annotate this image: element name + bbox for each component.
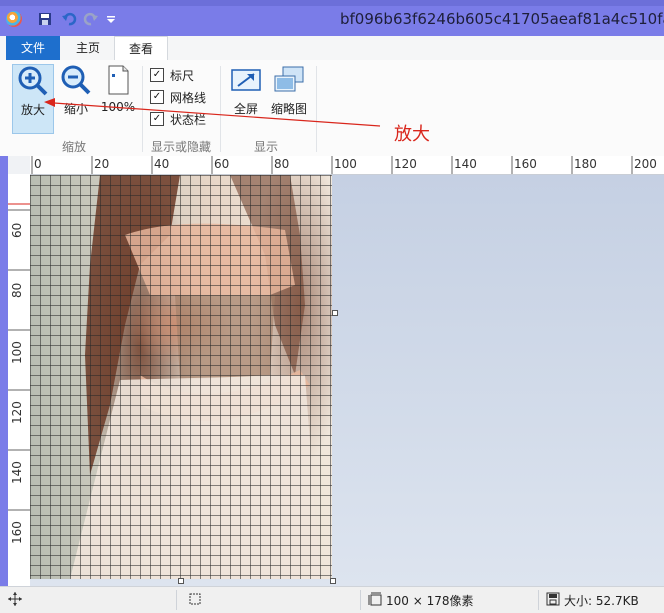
cursor-position-icon: [8, 592, 22, 609]
undo-icon[interactable]: [60, 10, 78, 28]
fullscreen-button[interactable]: 全屏: [226, 64, 266, 132]
ruler-check-icon: ✓: [150, 68, 164, 82]
ruler-tick-label: 0: [34, 157, 42, 171]
ruler-tick-label: 20: [94, 157, 110, 171]
status-bar: 100 × 178像素 大小: 52.7KB: [0, 586, 664, 613]
image-dimensions: 100 × 178像素: [386, 594, 474, 608]
fullscreen-icon: [230, 64, 262, 96]
ruler-tick-label: 140: [10, 461, 24, 484]
customize-dropdown-icon[interactable]: [102, 10, 120, 28]
ruler-tick-label: 100: [10, 341, 24, 364]
group-divider: [142, 66, 143, 152]
image-size-icon: [368, 592, 382, 609]
tab-home[interactable]: 主页: [64, 36, 112, 60]
zoom-out-button[interactable]: 缩小: [56, 64, 96, 132]
ruler-checkbox[interactable]: ✓ 标尺: [150, 66, 194, 84]
ruler-tick-label: 80: [274, 157, 290, 171]
zoom-100-label: 100%: [100, 100, 136, 114]
ruler-tick-label: 80: [10, 282, 24, 298]
window-border: [0, 156, 8, 586]
selection-size-icon: [188, 592, 202, 609]
ruler-label: 标尺: [170, 68, 195, 83]
gridlines-checkbox[interactable]: ✓ 网格线: [150, 88, 206, 106]
zoom-in-label: 放大: [20, 103, 45, 117]
group-divider: [316, 66, 317, 152]
annotation-label: 放大: [394, 124, 430, 145]
window-title: bf096b63f6246b605c41705aeaf81a4c510fa2: [340, 10, 664, 28]
ruler-tick-label: 120: [394, 157, 417, 171]
ruler-tick-label: 180: [574, 157, 597, 171]
group-divider: [220, 66, 221, 152]
ruler-tick-label: 200: [634, 157, 657, 171]
tab-view[interactable]: 查看: [114, 36, 168, 62]
status-divider: [360, 590, 361, 610]
statusbar-check-icon: ✓: [150, 112, 164, 126]
resize-handle[interactable]: [332, 310, 338, 316]
gridlines-check-icon: ✓: [150, 90, 164, 104]
save-icon[interactable]: [36, 10, 54, 28]
resize-handle[interactable]: [178, 578, 184, 584]
file-size: 大小: 52.7KB: [564, 594, 639, 608]
ribbon-tabs: 文件 主页 查看: [0, 36, 664, 62]
thumbnail-icon: [273, 64, 305, 96]
ruler-tick-label: 140: [454, 157, 477, 171]
zoom-group-label: 缩放: [61, 140, 86, 154]
resize-handle[interactable]: [330, 578, 336, 584]
ruler-tick-label: 100: [334, 157, 357, 171]
zoom-out-label: 缩小: [63, 102, 88, 116]
fullscreen-label: 全屏: [233, 102, 258, 116]
statusbar-checkbox[interactable]: ✓ 状态栏: [150, 110, 206, 128]
ruler-tick-label: 160: [514, 157, 537, 171]
ruler-tick-label: 160: [10, 521, 24, 544]
zoom-100-button[interactable]: 100%: [98, 64, 138, 132]
thumbnail-label: 缩略图: [270, 102, 307, 116]
ruler-tick-label: 60: [10, 222, 24, 238]
ribbon: 放大 缩小 100% 缩放 ✓ 标尺 ✓ 网格线 ✓ 状态栏 显示或隐藏 全屏: [0, 60, 664, 157]
redo-icon[interactable]: [82, 10, 100, 28]
statusbar-label: 状态栏: [170, 112, 207, 127]
thumbnail-button[interactable]: 缩略图: [268, 64, 310, 132]
file-size-icon: [546, 592, 560, 609]
zoom-in-icon: [17, 65, 49, 97]
vertical-ruler: 60 80 100 120 140 160: [8, 174, 31, 586]
ruler-tick-label: 120: [10, 401, 24, 424]
gridlines-label: 网格线: [170, 90, 207, 105]
show-hide-group-label: 显示或隐藏: [150, 140, 211, 154]
zoom-out-icon: [60, 64, 92, 96]
ruler-tick-label: 60: [214, 157, 230, 171]
zoom-in-button[interactable]: 放大: [12, 64, 54, 134]
display-group-label: 显示: [253, 140, 278, 154]
horizontal-ruler: 0 20 40 60 80 100 120 140 160 180 200: [30, 156, 664, 175]
actual-size-icon: [102, 64, 134, 96]
status-divider: [538, 590, 539, 610]
image-photo[interactable]: [30, 175, 332, 579]
tab-file[interactable]: 文件: [6, 36, 60, 60]
status-divider: [176, 590, 177, 610]
ruler-tick-label: 40: [154, 157, 170, 171]
ruler-corner: [8, 156, 30, 174]
paint-app-icon[interactable]: [6, 11, 22, 27]
